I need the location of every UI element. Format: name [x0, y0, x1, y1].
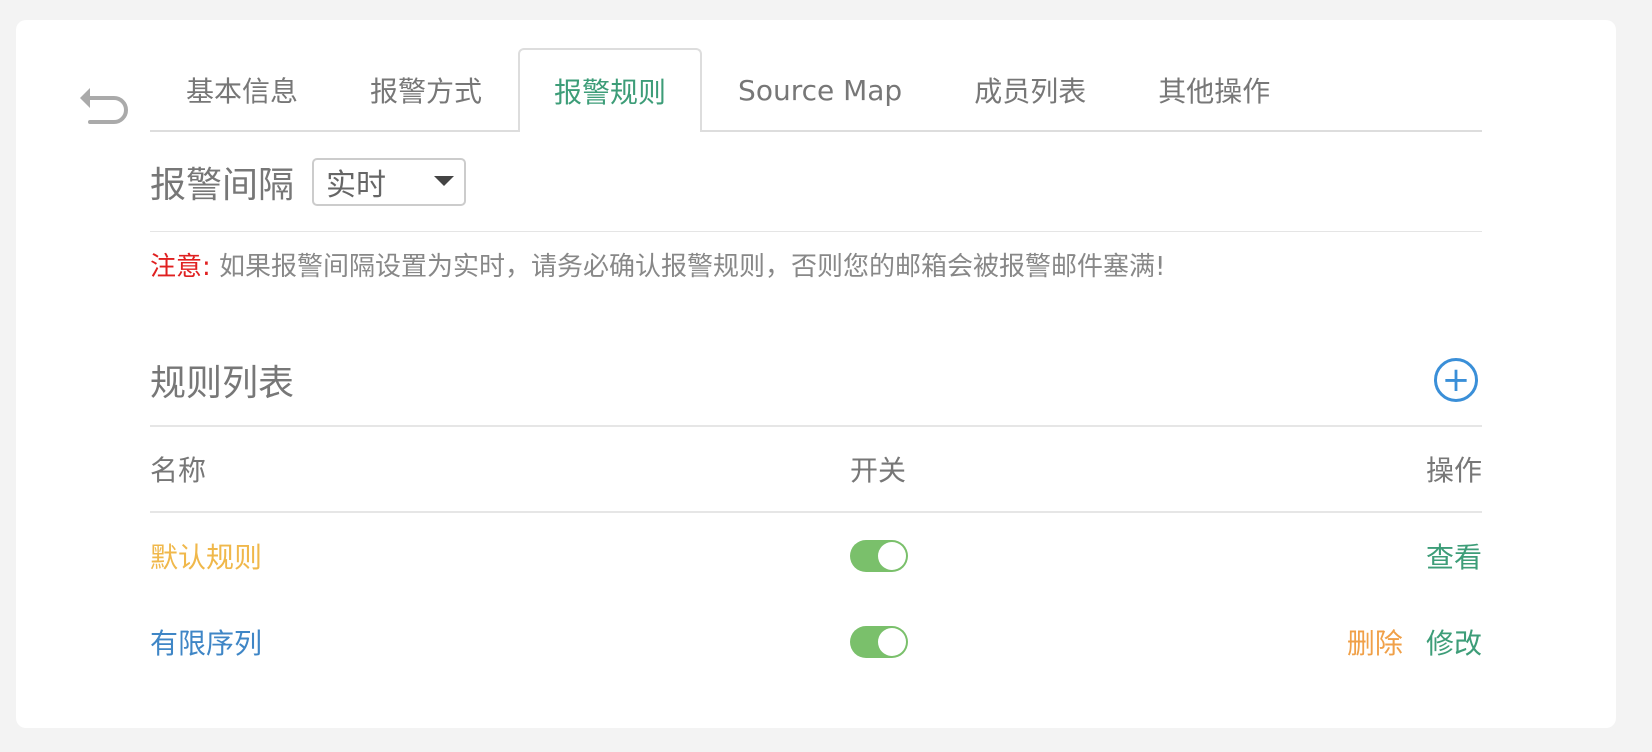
rules-table: 名称 开关 操作 默认规则 查看 有限序列 删除 修改	[150, 427, 1482, 685]
tab-other-actions[interactable]: 其他操作	[1122, 48, 1306, 130]
view-rule-link[interactable]: 查看	[1426, 541, 1482, 574]
interval-selected-value: 实时	[326, 167, 387, 203]
column-header-name: 名称	[150, 454, 207, 487]
add-rule-button[interactable]: +	[1434, 358, 1478, 402]
tab-members[interactable]: 成员列表	[938, 48, 1122, 130]
rule-actions: 删除 修改	[1182, 622, 1482, 662]
toggle-knob	[878, 628, 906, 656]
rule-toggle-switch[interactable]	[850, 626, 908, 658]
interval-row: 报警间隔 实时	[150, 132, 1482, 232]
table-row: 默认规则 查看	[150, 513, 1482, 599]
tab-alert-method[interactable]: 报警方式	[334, 48, 518, 130]
notice-text: 如果报警间隔设置为实时，请务必确认报警规则，否则您的邮箱会被报警邮件塞满!	[210, 252, 1166, 282]
rules-header: 规则列表 +	[150, 335, 1482, 427]
tab-basic-info[interactable]: 基本信息	[150, 48, 334, 130]
toggle-cell	[850, 540, 1182, 572]
rules-title: 规则列表	[150, 363, 295, 404]
settings-card: 基本信息 报警方式 报警规则 Source Map 成员列表 其他操作 报警间隔…	[16, 20, 1616, 728]
tab-bar: 基本信息 报警方式 报警规则 Source Map 成员列表 其他操作	[150, 48, 1482, 132]
interval-select[interactable]: 实时	[312, 157, 467, 206]
main-content: 基本信息 报警方式 报警规则 Source Map 成员列表 其他操作 报警间隔…	[150, 48, 1482, 685]
back-icon[interactable]	[76, 82, 130, 132]
edit-rule-link[interactable]: 修改	[1426, 627, 1482, 660]
interval-notice: 注意: 如果报警间隔设置为实时，请务必确认报警规则，否则您的邮箱会被报警邮件塞满…	[150, 246, 1482, 283]
toggle-knob	[878, 542, 906, 570]
table-header-row: 名称 开关 操作	[150, 427, 1482, 513]
rule-toggle-switch[interactable]	[850, 540, 908, 572]
tab-source-map[interactable]: Source Map	[702, 48, 938, 130]
rule-actions: 查看	[1182, 536, 1482, 576]
plus-circle-icon: +	[1441, 360, 1471, 400]
toggle-cell	[850, 626, 1182, 658]
interval-label: 报警间隔	[150, 164, 295, 206]
tab-alert-rules[interactable]: 报警规则	[518, 48, 703, 132]
column-header-actions: 操作	[1425, 454, 1482, 487]
rule-name-limited-sequence[interactable]: 有限序列	[150, 622, 850, 662]
delete-rule-link[interactable]: 删除	[1347, 627, 1403, 660]
caret-down-icon	[434, 175, 455, 186]
column-header-toggle: 开关	[850, 454, 907, 487]
rule-name-default[interactable]: 默认规则	[150, 536, 850, 576]
notice-prefix: 注意:	[150, 252, 211, 282]
table-row: 有限序列 删除 修改	[150, 599, 1482, 685]
